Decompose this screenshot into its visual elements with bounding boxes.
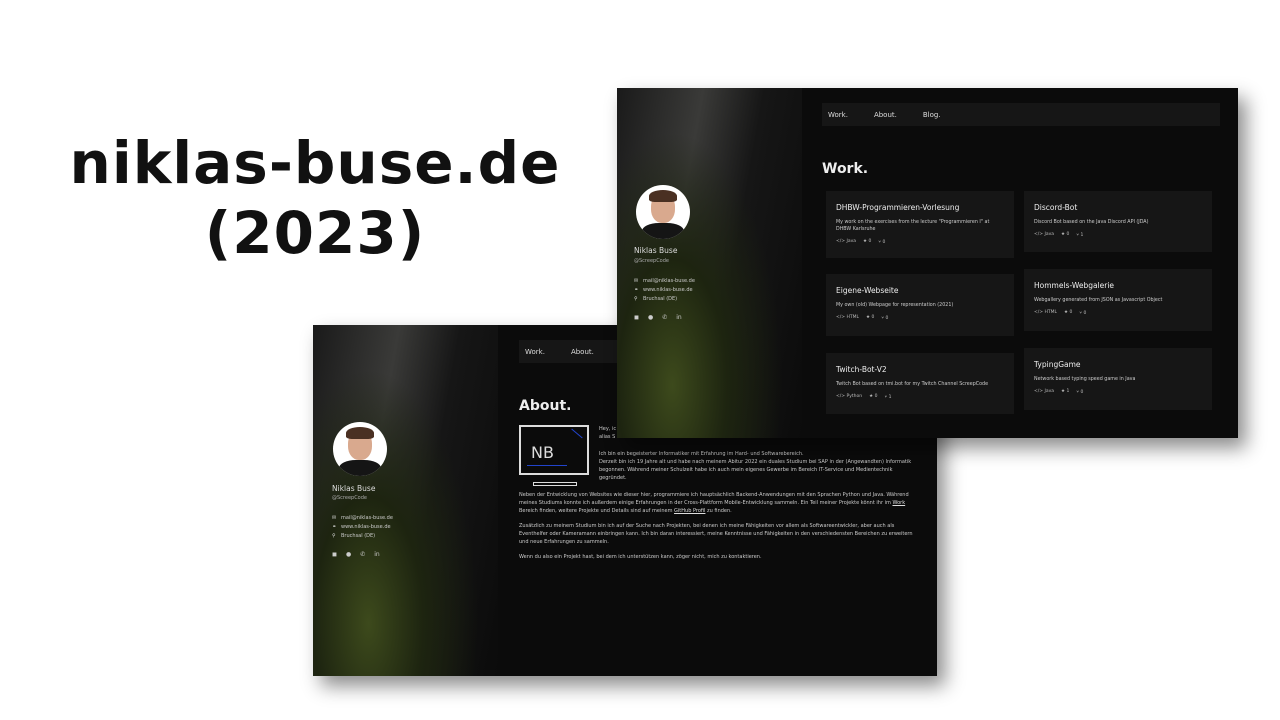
project-meta: </> Python ★ 0 ⑂ 1 xyxy=(836,394,892,400)
project-description: My work on the exercises from the lectur… xyxy=(836,220,990,232)
star-icon: ★ xyxy=(1064,310,1069,315)
phone-icon[interactable]: ✆ xyxy=(662,314,667,321)
project-card[interactable]: Hommels-Webgalerie Webgallery generated … xyxy=(1024,269,1212,331)
social-links: ◼ ● ✆ in xyxy=(634,314,682,321)
code-icon: </> xyxy=(1034,310,1044,315)
discord-icon[interactable]: ◼ xyxy=(332,551,337,558)
project-description: Twitch Bot based on tmi.bot for my Twitc… xyxy=(836,382,989,387)
discord-icon[interactable]: ◼ xyxy=(634,314,639,321)
location: Bruchsal (DE) xyxy=(643,296,678,302)
slide-title: niklas-buse.de (2023) xyxy=(69,129,561,267)
project-title: TypingGame xyxy=(1034,360,1081,369)
star-icon: ★ xyxy=(1061,389,1066,394)
project-card[interactable]: Discord-Bot Discord Bot based on the Jav… xyxy=(1024,191,1212,252)
code-icon: </> xyxy=(1034,389,1044,394)
location-icon: ⚲ xyxy=(332,533,336,539)
fork-icon: ⑂ xyxy=(1076,233,1080,238)
nav-about[interactable]: About. xyxy=(571,348,594,356)
profile-info: ✉ mail@niklas-buse.de ⚭ www.niklas-buse.de… xyxy=(634,277,695,304)
code-icon: </> xyxy=(836,315,846,320)
profile-handle: @ScreepCode xyxy=(332,495,367,501)
project-title: Discord-Bot xyxy=(1034,203,1078,212)
fork-icon: ⑂ xyxy=(881,316,885,321)
phone-icon[interactable]: ✆ xyxy=(360,551,365,558)
profile-info: ✉ mail@niklas-buse.de ⚭ www.niklas-buse.de… xyxy=(332,514,393,541)
project-meta: </> Java ★ 1 ⑂ 0 xyxy=(1034,389,1084,395)
nav-bar: Work. About. Blog. xyxy=(822,103,1220,126)
github-icon[interactable]: ● xyxy=(346,551,351,558)
project-meta: </> HTML ★ 0 ⑂ 0 xyxy=(1034,310,1087,316)
project-title: Hommels-Webgalerie xyxy=(1034,281,1115,290)
about-text: Neben der Entwicklung von Websites wie d… xyxy=(519,492,913,560)
work-link[interactable]: Work xyxy=(892,500,905,506)
code-icon: </> xyxy=(836,239,846,244)
location: Bruchsal (DE) xyxy=(341,533,376,539)
nav-blog[interactable]: Blog. xyxy=(923,111,941,119)
mail-icon: ✉ xyxy=(634,278,639,284)
fork-icon: ⑂ xyxy=(1076,390,1080,395)
project-description: Network based typing speed game in Java xyxy=(1034,377,1136,382)
mail-icon: ✉ xyxy=(332,515,337,521)
page-title: Work. xyxy=(822,161,869,177)
star-icon: ★ xyxy=(866,315,871,320)
project-meta: </> HTML ★ 0 ⑂ 0 xyxy=(836,315,889,321)
linkedin-icon[interactable]: in xyxy=(374,551,379,558)
project-card[interactable]: DHBW-Programmieren-Vorlesung My work on … xyxy=(826,191,1014,258)
fork-icon: ⑂ xyxy=(1079,311,1083,316)
website-link[interactable]: www.niklas-buse.de xyxy=(341,524,391,530)
profile-handle: @ScreepCode xyxy=(634,258,669,264)
nb-logo: NB xyxy=(519,425,589,475)
project-meta: </> Java ★ 0 ⑂ 0 xyxy=(836,239,886,245)
email-link[interactable]: mail@niklas-buse.de xyxy=(341,515,393,521)
project-description: Webgallery generated from JSON as Javasc… xyxy=(1034,298,1163,303)
logo-stand xyxy=(533,482,577,486)
location-icon: ⚲ xyxy=(634,296,638,302)
project-title: DHBW-Programmieren-Vorlesung xyxy=(836,203,960,212)
project-title: Twitch-Bot-V2 xyxy=(836,365,887,374)
link-icon: ⚭ xyxy=(332,524,337,530)
linkedin-icon[interactable]: in xyxy=(676,314,681,321)
avatar xyxy=(333,422,387,476)
project-description: Discord Bot based on the Java Discord AP… xyxy=(1034,220,1149,225)
project-meta: </> Java ★ 0 ⑂ 1 xyxy=(1034,232,1084,238)
profile-name: Niklas Buse xyxy=(634,246,678,255)
nav-work[interactable]: Work. xyxy=(525,348,545,356)
project-card[interactable]: Twitch-Bot-V2 Twitch Bot based on tmi.bo… xyxy=(826,353,1014,414)
fork-icon: ⑂ xyxy=(884,395,888,400)
star-icon: ★ xyxy=(1061,232,1066,237)
website-link[interactable]: www.niklas-buse.de xyxy=(643,287,693,293)
code-icon: </> xyxy=(1034,232,1044,237)
github-profile-link[interactable]: GitHub Profil xyxy=(674,508,705,514)
avatar xyxy=(636,185,690,239)
project-description: My own (old) Webpage for representation … xyxy=(836,303,954,308)
about-p1: Ich bin ein begeisterter Informatiker mi… xyxy=(599,451,912,481)
star-icon: ★ xyxy=(863,239,868,244)
project-card[interactable]: Eigene-Webseite My own (old) Webpage for… xyxy=(826,274,1014,336)
email-link[interactable]: mail@niklas-buse.de xyxy=(643,278,695,284)
work-page-screenshot: Niklas Buse @ScreepCode ✉ mail@niklas-bus… xyxy=(617,88,1238,438)
fork-icon: ⑂ xyxy=(878,240,882,245)
social-links: ◼ ● ✆ in xyxy=(332,551,380,558)
profile-name: Niklas Buse xyxy=(332,484,376,493)
nav-about[interactable]: About. xyxy=(874,111,897,119)
page-title: About. xyxy=(519,398,572,414)
github-icon[interactable]: ● xyxy=(648,314,653,321)
project-title: Eigene-Webseite xyxy=(836,286,899,295)
star-icon: ★ xyxy=(869,394,874,399)
nav-work[interactable]: Work. xyxy=(828,111,848,119)
code-icon: </> xyxy=(836,394,846,399)
project-card[interactable]: TypingGame Network based typing speed ga… xyxy=(1024,348,1212,410)
link-icon: ⚭ xyxy=(634,287,639,293)
